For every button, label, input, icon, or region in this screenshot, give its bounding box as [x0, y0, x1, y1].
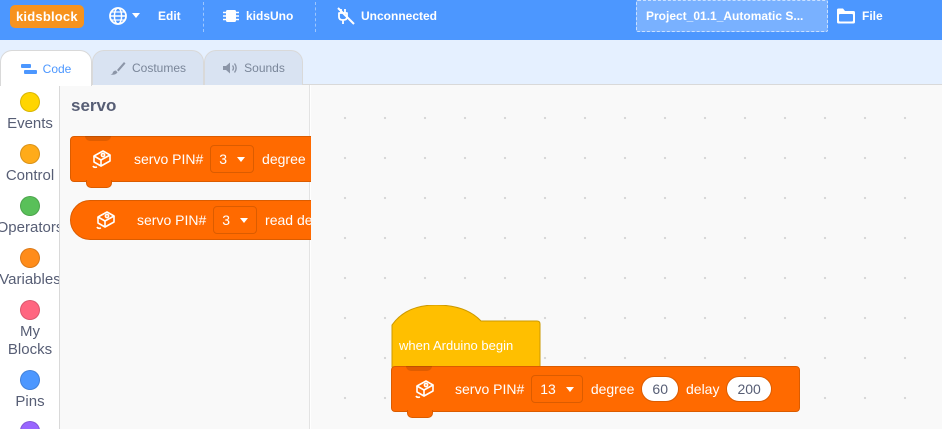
category-label: My Blocks [7, 323, 53, 358]
category-my-blocks[interactable]: My Blocks [0, 300, 59, 359]
category-dot [20, 144, 40, 164]
editor-tabs: Code Costumes Sounds [0, 40, 942, 86]
category-events[interactable]: Events [0, 92, 59, 133]
category-control[interactable]: Control [0, 144, 59, 185]
menu-divider [315, 2, 316, 32]
hat-block-label: when Arduino begin [399, 338, 514, 353]
category-label: Pins [15, 393, 45, 410]
code-blocks-icon [20, 63, 37, 75]
pin-value: 13 [540, 381, 556, 397]
board-selector[interactable]: kidsUno [222, 0, 293, 32]
kidsblock-logo[interactable]: kidsblock [10, 5, 84, 28]
speaker-icon [222, 61, 238, 75]
degree-input[interactable]: 60 [641, 376, 679, 402]
board-label: kidsUno [246, 9, 294, 23]
servo-extension-icon [89, 146, 115, 172]
tab-sounds-label: Sounds [244, 61, 285, 75]
chevron-down-icon [132, 13, 140, 19]
category-dot [20, 300, 40, 320]
block-text: servo PIN# [137, 212, 207, 228]
connection-status: Unconnected [361, 9, 438, 23]
file-menu-label: File [862, 9, 883, 23]
block-text: delay [686, 381, 720, 397]
pin-dropdown[interactable]: 13 [531, 375, 583, 403]
servo-extension-icon [93, 207, 119, 233]
chip-icon [222, 7, 240, 25]
servo-write-block[interactable]: servo PIN# 13 degree 60 delay 200 [391, 366, 800, 418]
category-operators[interactable]: Operators [0, 196, 59, 237]
category-dot [20, 248, 40, 268]
pin-value: 3 [222, 212, 231, 228]
menu-bar: kidsblock Edit kidsUno Unconnected Proje… [0, 0, 942, 40]
tab-sounds[interactable]: Sounds [204, 50, 303, 85]
tab-code-label: Code [42, 61, 72, 76]
category-dot [20, 421, 40, 429]
file-menu[interactable]: File [836, 0, 883, 32]
dropdown-arrow-icon [240, 217, 249, 223]
tab-costumes[interactable]: Costumes [92, 50, 204, 85]
block-text: servo PIN# [455, 381, 525, 397]
category-label: Events [7, 115, 53, 132]
category-dot [20, 92, 40, 112]
category-label: Variables [0, 271, 60, 288]
unplugged-icon [336, 6, 356, 26]
project-title-field[interactable]: Project_01.1_Automatic S... [636, 0, 828, 32]
globe-icon [108, 6, 128, 26]
category-dot [20, 196, 40, 216]
folder-icon [836, 7, 856, 25]
menu-divider [203, 2, 204, 32]
pin-dropdown[interactable]: 3 [210, 145, 255, 173]
palette-section-title: servo [71, 96, 117, 115]
edit-menu[interactable]: Edit [158, 0, 181, 32]
servo-extension-icon [412, 376, 438, 402]
category-more[interactable] [0, 421, 59, 429]
category-label: Control [5, 167, 55, 184]
category-dot [20, 370, 40, 390]
block-text: servo PIN# [134, 151, 204, 167]
paintbrush-icon [110, 61, 126, 75]
edit-menu-label: Edit [158, 9, 181, 23]
when-arduino-begin-hat-block[interactable]: when Arduino begin [391, 305, 541, 368]
category-menu: Events Control Operators Variables My Bl… [0, 85, 60, 429]
category-label: Operators [0, 219, 59, 236]
dropdown-arrow-icon [237, 156, 246, 162]
block-text: degree [262, 151, 306, 167]
tab-code[interactable]: Code [0, 50, 92, 86]
category-variables[interactable]: Variables [0, 248, 60, 289]
pin-dropdown[interactable]: 3 [213, 206, 258, 234]
delay-input[interactable]: 200 [726, 376, 772, 402]
language-menu[interactable] [108, 0, 140, 32]
connection-button[interactable]: Unconnected [336, 0, 437, 32]
pin-value: 3 [219, 151, 228, 167]
tab-costumes-label: Costumes [131, 61, 187, 75]
block-text: degree [590, 381, 635, 397]
dropdown-arrow-icon [565, 386, 574, 392]
category-pins[interactable]: Pins [0, 370, 59, 411]
